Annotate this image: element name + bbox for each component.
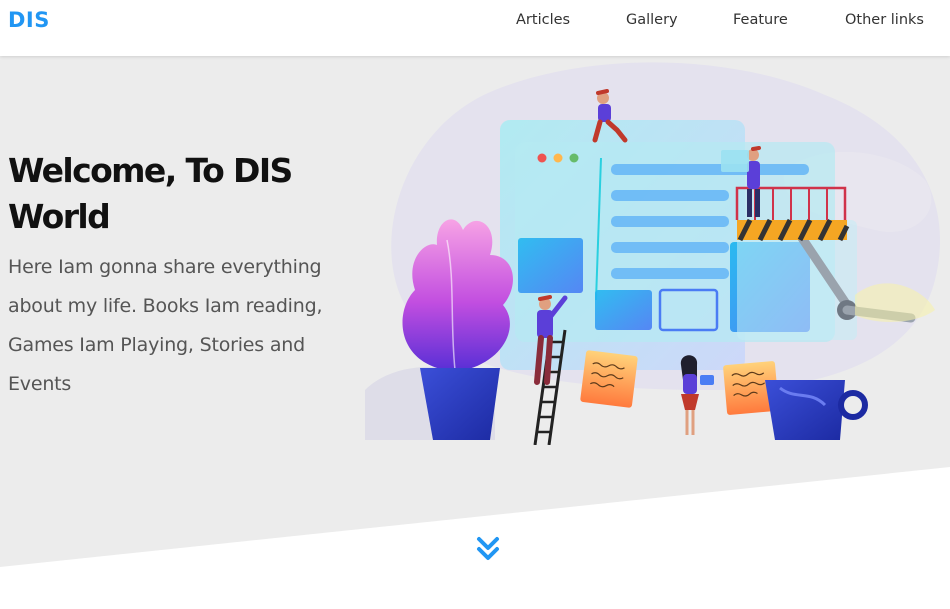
nav-link-other-links[interactable]: Other links	[845, 12, 924, 28]
hero-description: Here Iam gonna share everything about my…	[8, 256, 323, 395]
hero-title-line2: World	[8, 197, 111, 236]
nav-link-articles[interactable]: Articles	[516, 12, 570, 28]
hero-text: Welcome, To DIS World Here Iam gonna sha…	[8, 148, 358, 404]
nav-links: Articles Gallery Feature Other links	[0, 12, 950, 34]
web-design-team-illustration	[365, 62, 941, 445]
hero-title: Welcome, To DIS World	[8, 148, 358, 240]
nav-link-gallery[interactable]: Gallery	[626, 12, 678, 28]
nav-link-feature[interactable]: Feature	[733, 12, 788, 28]
hero-title-line1: Welcome, To DIS	[8, 151, 293, 190]
navbar: DIS Articles Gallery Feature Other links	[0, 0, 950, 56]
scroll-down-button[interactable]	[476, 535, 500, 565]
double-chevron-down-icon	[477, 537, 499, 560]
